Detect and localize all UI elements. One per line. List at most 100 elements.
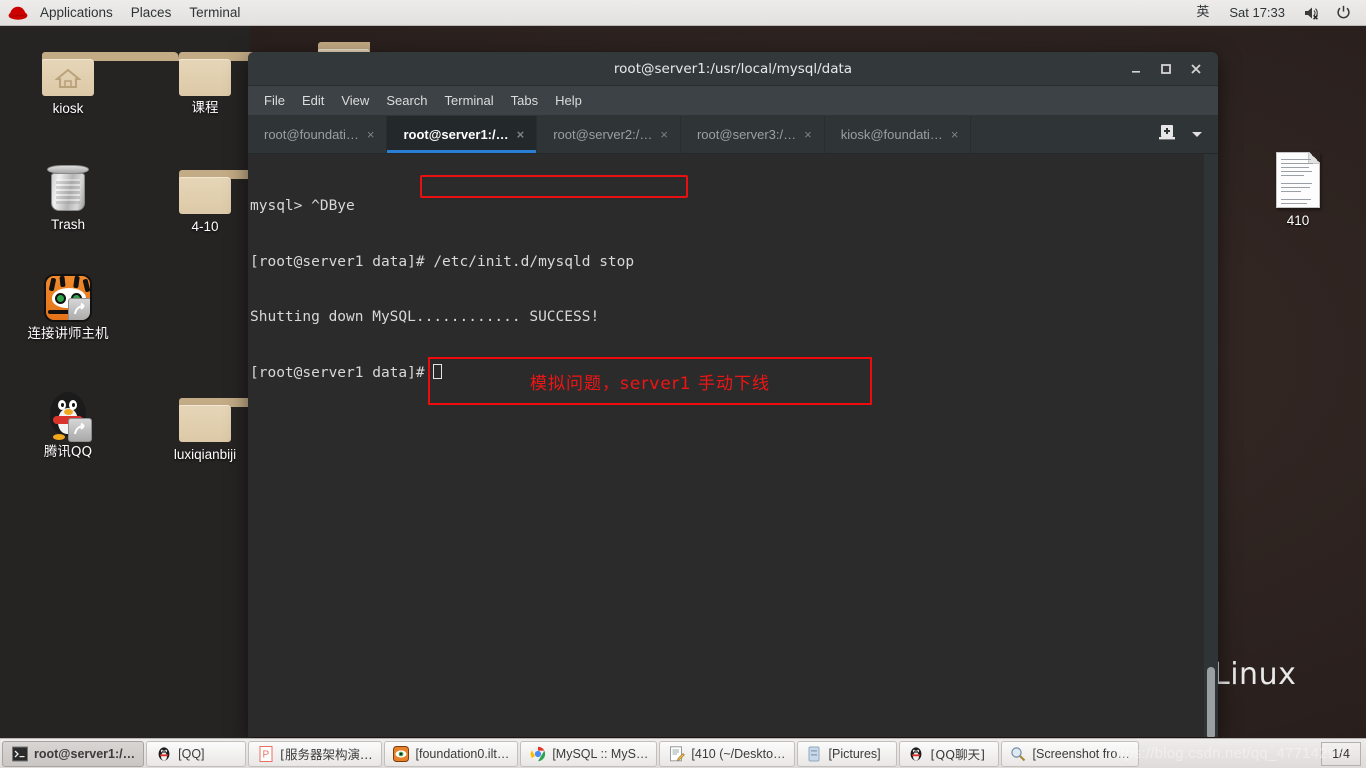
text-editor-icon bbox=[668, 745, 685, 762]
qq-icon bbox=[155, 745, 172, 762]
vnc-icon bbox=[393, 745, 410, 762]
taskbar-item-screenshot[interactable]: [Screenshot fro… bbox=[1000, 740, 1139, 767]
panel-status-area: 英 Sat 17:33 bbox=[1187, 0, 1366, 26]
desktop-icon-label: 4-10 bbox=[191, 219, 219, 234]
scrollbar-thumb[interactable] bbox=[1207, 667, 1215, 737]
close-button[interactable] bbox=[1189, 62, 1203, 76]
terminal-prompt: [root@server1 data]# bbox=[250, 364, 434, 381]
impress-icon: P bbox=[257, 745, 274, 762]
trash-icon bbox=[20, 158, 116, 212]
chevron-down-icon[interactable] bbox=[1190, 126, 1204, 144]
taskbar-item-text-editor[interactable]: [410 (~/Deskto… bbox=[659, 740, 795, 767]
desktop-icon-tencent-qq[interactable]: 腾讯QQ bbox=[20, 386, 116, 460]
terminal-line: [root@server1 data]# /etc/init.d/mysqld … bbox=[250, 253, 635, 270]
menu-terminal[interactable]: Terminal bbox=[180, 0, 249, 26]
tab-root-server2[interactable]: root@server2:/… × bbox=[537, 116, 681, 153]
desktop-icon-luxiqianbiji[interactable]: luxiqianbiji bbox=[157, 388, 317, 462]
redhat-logo-icon[interactable] bbox=[7, 5, 29, 21]
menu-edit[interactable]: Edit bbox=[294, 90, 332, 111]
home-folder-icon bbox=[20, 42, 180, 96]
desktop-icon-label: 410 bbox=[1286, 213, 1310, 228]
tab-label: root@foundati… bbox=[264, 127, 359, 142]
terminal-output-area[interactable]: mysql> ^DBye [root@server1 data]# /etc/i… bbox=[248, 154, 1218, 737]
workspace-indicator[interactable]: 1/4 bbox=[1321, 741, 1361, 766]
power-icon[interactable] bbox=[1329, 0, 1358, 26]
tab-label: root@server2:/… bbox=[553, 127, 653, 142]
wallpaper-text: Linux bbox=[1213, 657, 1297, 692]
taskbar-item-terminal[interactable]: root@server1:/… bbox=[2, 740, 145, 767]
desktop-icon-label: luxiqianbiji bbox=[173, 447, 237, 462]
desktop-icon-trash[interactable]: Trash bbox=[20, 158, 116, 232]
desktop-icon-410[interactable]: 410 bbox=[1250, 148, 1346, 228]
desktop-icon-label: 腾讯QQ bbox=[43, 444, 93, 460]
menu-tabs[interactable]: Tabs bbox=[503, 90, 546, 111]
taskbar: root@server1:/… [QQ] P [服务器架构演… [foundat… bbox=[0, 738, 1366, 768]
annotation-box: 模拟问题，server1 手动下线 bbox=[428, 357, 872, 405]
desktop-icon-label: 连接讲师主机 bbox=[27, 326, 109, 342]
svg-text:P: P bbox=[262, 749, 269, 760]
window-titlebar[interactable]: root@server1:/usr/local/mysql/data bbox=[248, 52, 1218, 86]
screenshot-icon bbox=[1010, 745, 1027, 762]
menu-view[interactable]: View bbox=[333, 90, 377, 111]
taskbar-item-vnc[interactable]: [foundation0.ilt… bbox=[383, 740, 519, 767]
desktop-icon-label: Trash bbox=[50, 217, 85, 232]
tab-label: root@server3:/… bbox=[696, 127, 797, 142]
taskbar-item-chrome-mysql[interactable]: [MySQL :: MyS… bbox=[520, 740, 658, 767]
taskbar-item-label: [MySQL :: MyS… bbox=[552, 746, 649, 761]
menu-file[interactable]: File bbox=[256, 90, 293, 111]
desktop-icon-kiosk[interactable]: kiosk bbox=[20, 42, 180, 116]
taskbar-item-label: root@server1:/… bbox=[34, 746, 136, 761]
desktop-icon-label: 课程 bbox=[191, 100, 219, 116]
tab-kiosk-foundation[interactable]: kiosk@foundati… × bbox=[825, 116, 972, 153]
qq-icon bbox=[908, 745, 925, 762]
taskbar-item-impress[interactable]: P [服务器架构演… bbox=[248, 740, 382, 767]
taskbar-item-label: [Screenshot fro… bbox=[1032, 746, 1130, 761]
text-document-icon bbox=[1250, 148, 1346, 208]
clock[interactable]: Sat 17:33 bbox=[1220, 0, 1294, 26]
input-method-indicator[interactable]: 英 bbox=[1187, 0, 1218, 26]
window-title: root@server1:/usr/local/mysql/data bbox=[613, 60, 853, 77]
taskbar-item-pictures[interactable]: [Pictures] bbox=[796, 740, 897, 767]
terminal-line: mysql> ^DBye bbox=[250, 198, 355, 214]
volume-muted-icon[interactable] bbox=[1296, 0, 1327, 26]
folder-icon bbox=[157, 42, 317, 96]
tab-root-server3[interactable]: root@server3:/… × bbox=[681, 116, 825, 153]
menu-help[interactable]: Help bbox=[547, 90, 590, 111]
tab-root-foundation[interactable]: root@foundati… × bbox=[248, 116, 388, 153]
desktop-icon-connect-instructor-host[interactable]: 连接讲师主机 bbox=[20, 268, 116, 342]
menu-applications[interactable]: Applications bbox=[31, 0, 122, 26]
new-tab-icon[interactable] bbox=[1158, 123, 1176, 146]
terminal-icon bbox=[11, 745, 28, 762]
taskbar-item-qq-chat[interactable]: [QQ聊天] bbox=[898, 740, 999, 767]
tab-label: root@server1:/… bbox=[403, 127, 509, 142]
tab-close-icon[interactable]: × bbox=[660, 128, 668, 141]
menu-terminal[interactable]: Terminal bbox=[437, 90, 502, 111]
desktop-icon-label: kiosk bbox=[52, 101, 84, 116]
annotation-text: 模拟问题，server1 手动下线 bbox=[529, 373, 771, 394]
qq-shortcut-icon bbox=[20, 386, 116, 442]
taskbar-item-label: [foundation0.ilt… bbox=[415, 746, 510, 761]
minimize-button[interactable] bbox=[1129, 62, 1143, 76]
tab-close-icon[interactable]: × bbox=[804, 128, 812, 141]
desktop-icon-4-10[interactable]: 4-10 bbox=[157, 160, 317, 234]
menu-search[interactable]: Search bbox=[378, 90, 435, 111]
taskbar-item-qq[interactable]: [QQ] bbox=[146, 740, 247, 767]
menubar: File Edit View Search Terminal Tabs Help bbox=[248, 86, 1218, 116]
folder-icon bbox=[157, 160, 317, 214]
terminal-scrollbar[interactable] bbox=[1204, 154, 1218, 737]
tab-actions bbox=[1144, 116, 1218, 153]
maximize-button[interactable] bbox=[1159, 62, 1173, 76]
tab-close-icon[interactable]: × bbox=[367, 128, 375, 141]
terminal-window[interactable]: root@server1:/usr/local/mysql/data File … bbox=[248, 52, 1218, 737]
tab-root-server1[interactable]: root@server1:/… × bbox=[387, 116, 538, 153]
menu-places[interactable]: Places bbox=[122, 0, 181, 26]
folder-icon bbox=[157, 388, 317, 442]
tab-close-icon[interactable]: × bbox=[951, 128, 959, 141]
window-controls bbox=[1129, 62, 1218, 76]
taskbar-item-label: [Pictures] bbox=[828, 746, 881, 761]
tiger-shortcut-icon bbox=[20, 268, 116, 322]
tab-close-icon[interactable]: × bbox=[517, 128, 525, 141]
tab-bar: root@foundati… × root@server1:/… × root@… bbox=[248, 116, 1218, 154]
taskbar-item-label: [QQ] bbox=[178, 746, 205, 761]
desktop-icon-kecheng[interactable]: 课程 bbox=[157, 42, 317, 116]
